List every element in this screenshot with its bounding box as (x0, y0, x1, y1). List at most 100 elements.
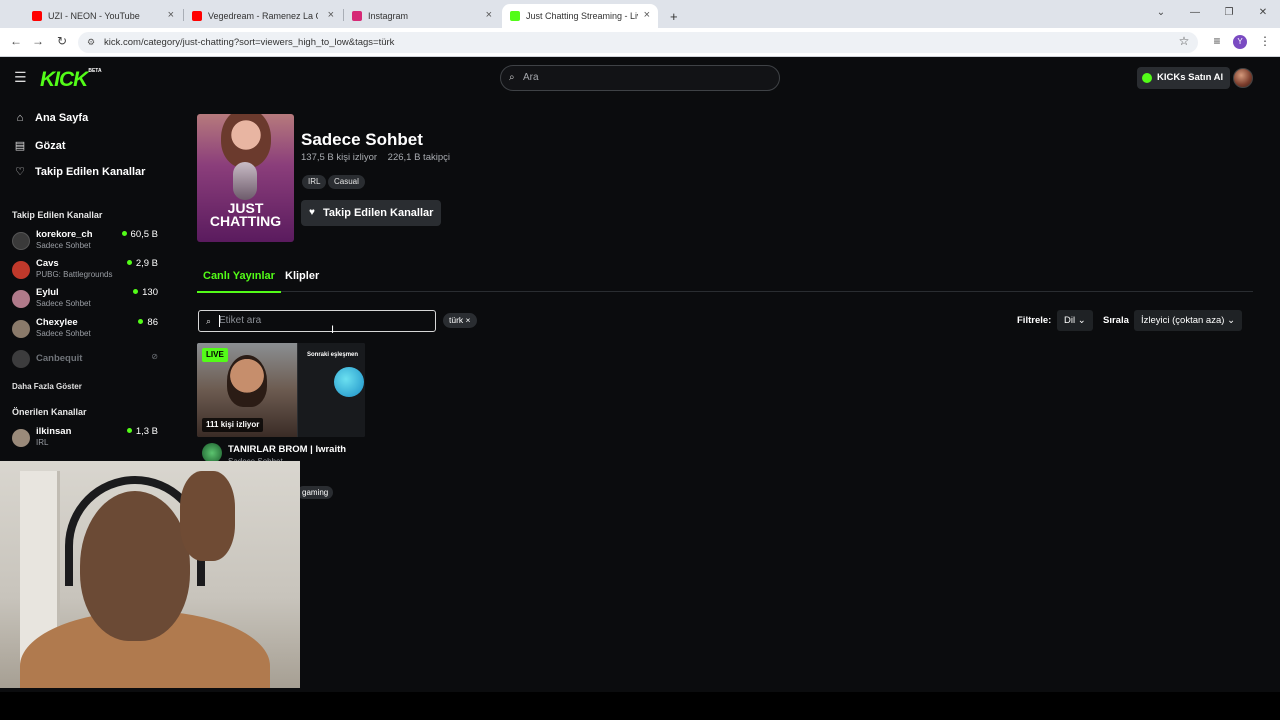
reload-icon[interactable]: ↻ (54, 34, 70, 48)
youtube-icon (32, 11, 42, 21)
kicks-coin-icon (1142, 73, 1152, 83)
category-stats: 137,5 B kişi izliyor 226,1 B takipçi (301, 152, 450, 163)
followed-channel[interactable]: Chexylee Sadece Sohbet 86 (12, 316, 160, 342)
follow-category-button[interactable]: ♥ Takip Edilen Kanallar (301, 200, 442, 226)
reading-list-icon[interactable]: ≡ (1209, 34, 1225, 48)
profile-icon[interactable]: Y (1233, 35, 1247, 49)
channel-category: Sadece Sohbet (36, 241, 91, 250)
recommended-channels-title: Önerilen Kanallar (12, 407, 87, 417)
sort-label: Sırala (1103, 315, 1129, 326)
text-cursor-icon: I (331, 324, 335, 336)
category-viewers: 137,5 B kişi izliyor (301, 152, 378, 163)
kick-logo[interactable]: KICKBETA (40, 68, 102, 92)
category-cover-image: JUST CHATTING (197, 114, 294, 242)
site-header: ☰ KICKBETA ⌕ Ara KICKs Satın Al (0, 58, 1280, 98)
tag-search-placeholder: Etiket ara (219, 315, 262, 326)
browser-tab-youtube-uzi[interactable]: UZI - NEON - YouTube × (24, 4, 182, 28)
minimize-icon[interactable]: — (1178, 0, 1212, 28)
sort-value: İzleyici (çoktan aza) (1141, 315, 1225, 326)
category-title: Sadece Sohbet (301, 130, 423, 149)
channel-category: PUBG: Battlegrounds (36, 270, 113, 279)
language-label: Dil (1064, 315, 1076, 326)
more-menu-icon[interactable]: ⋮ (1257, 34, 1273, 48)
url-field[interactable]: ⚙ kick.com/category/just-chatting?sort=v… (78, 32, 1198, 53)
bookmark-star-icon[interactable]: ☆ (1176, 34, 1192, 48)
new-tab-button[interactable]: + (662, 4, 682, 28)
recommended-channel[interactable]: ilkinsan IRL 1,3 B (12, 425, 160, 451)
site-search-input[interactable]: ⌕ Ara (500, 65, 780, 91)
heart-icon: ♡ (15, 166, 25, 178)
buy-kicks-button[interactable]: KICKs Satın Al (1137, 67, 1231, 89)
browser-tab-youtube-vegedream[interactable]: Vegedream - Ramenez La Coupe × (184, 4, 342, 28)
offline-icon: ⊘ (151, 352, 158, 361)
heart-icon: ♥ (309, 207, 315, 218)
maximize-icon[interactable]: ❐ (1212, 0, 1246, 28)
tab-title: Instagram (368, 11, 409, 21)
close-tab-icon[interactable]: × (644, 9, 650, 21)
tab-live-streams[interactable]: Canlı Yayınlar (197, 270, 281, 293)
url-text: kick.com/category/just-chatting?sort=vie… (104, 37, 395, 48)
followed-channel-offline[interactable]: Canbequit ⊘ (12, 346, 160, 372)
stream-tag[interactable]: gaming (297, 486, 334, 499)
window-controls: ⌄ — ❐ ✕ (1144, 0, 1280, 28)
beta-badge: BETA (88, 68, 102, 74)
show-more-link[interactable]: Daha Fazla Göster (12, 382, 82, 391)
chevron-down-icon: ⌄ (1227, 315, 1236, 326)
forward-icon[interactable]: → (30, 34, 46, 48)
avatar (12, 290, 30, 308)
user-avatar[interactable] (1233, 68, 1253, 88)
browse-icon: ▤ (14, 140, 26, 152)
browser-tab-instagram[interactable]: Instagram × (344, 4, 500, 28)
sidebar-item-following[interactable]: ♡ Takip Edilen Kanallar (12, 165, 145, 179)
followed-channel[interactable]: Eylul Sadece Sohbet 130 (12, 286, 160, 312)
sort-dropdown[interactable]: İzleyici (çoktan aza) ⌄ (1134, 310, 1243, 331)
category-tag[interactable]: Casual (328, 175, 365, 189)
filter-label: Filtrele: (1017, 315, 1052, 326)
sidebar-item-label: Gözat (35, 139, 66, 152)
avatar (12, 261, 30, 279)
channel-category: Sadece Sohbet (36, 329, 91, 338)
sidebar-item-browse[interactable]: ▤ Gözat (12, 139, 66, 153)
kicks-label: KICKs Satın Al (1157, 72, 1224, 83)
bottom-black-bar (0, 692, 1280, 720)
tab-title: UZI - NEON - YouTube (48, 11, 140, 21)
close-tab-icon[interactable]: × (168, 9, 174, 21)
site-info-icon[interactable]: ⚙ (87, 32, 95, 53)
content-tabs: Canlı Yayınlar Klipler (197, 262, 1253, 293)
close-window-icon[interactable]: ✕ (1246, 0, 1280, 28)
logo-text: KICK (40, 68, 88, 91)
avatar (12, 232, 30, 250)
back-icon[interactable]: ← (8, 34, 24, 48)
stream-viewer-count: 111 kişi izliyor (202, 418, 264, 432)
sidebar-item-home[interactable]: ⌂ Ana Sayfa (12, 112, 89, 124)
tab-title: Vegedream - Ramenez La Coupe (208, 11, 318, 21)
thumbnail-caption: Sonraki eşleşmen (307, 352, 359, 358)
active-tag-chip[interactable]: türk × (443, 313, 477, 328)
viewer-count: 2,9 B (127, 258, 158, 269)
language-filter-dropdown[interactable]: Dil ⌄ (1057, 310, 1093, 331)
close-tab-icon[interactable]: × (328, 9, 334, 21)
category-tag[interactable]: IRL (302, 175, 327, 189)
category-followers: 226,1 B takipçi (387, 152, 450, 163)
channel-name: korekore_ch (36, 229, 93, 240)
browser-tab-kick[interactable]: Just Chatting Streaming - Live S × (502, 4, 658, 28)
tag-search-input[interactable]: ⌕ Etiket ara (198, 310, 436, 332)
viewer-count: 86 (138, 317, 158, 328)
viewer-count: 1,3 B (127, 426, 158, 437)
search-placeholder: Ara (523, 72, 539, 83)
tab-title: Just Chatting Streaming - Live S (526, 11, 638, 21)
channel-name: Eylul (36, 287, 59, 298)
stream-title[interactable]: TANIRLAR BROM | Iwraith (228, 444, 346, 455)
avatar (12, 350, 30, 368)
streamer-avatar[interactable] (202, 443, 222, 463)
live-badge: LIVE (202, 348, 228, 362)
kick-favicon-icon (510, 11, 520, 21)
hamburger-menu-icon[interactable]: ☰ (14, 69, 27, 86)
search-icon: ⌕ (509, 72, 515, 83)
followed-channel[interactable]: korekore_ch Sadece Sohbet 60,5 B (12, 228, 160, 254)
channel-category: IRL (36, 438, 49, 447)
tab-search-icon[interactable]: ⌄ (1144, 0, 1178, 28)
followed-channel[interactable]: Cavs PUBG: Battlegrounds 2,9 B (12, 257, 160, 283)
close-tab-icon[interactable]: × (486, 9, 492, 21)
tab-clips[interactable]: Klipler (285, 270, 319, 282)
